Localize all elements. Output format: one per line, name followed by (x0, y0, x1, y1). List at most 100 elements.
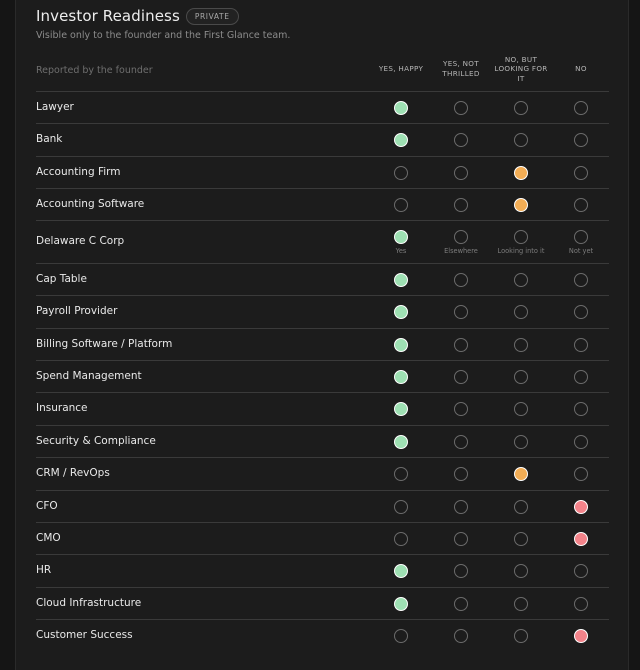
readiness-row: Cap Table (36, 263, 609, 295)
status-radio[interactable] (394, 370, 408, 384)
page-subtitle: Visible only to the founder and the Firs… (36, 30, 291, 41)
status-radio[interactable] (574, 532, 588, 546)
status-radio[interactable] (394, 338, 408, 352)
investor-readiness-panel: Investor Readiness PRIVATE Visible only … (15, 0, 629, 670)
status-radio[interactable] (394, 133, 408, 147)
status-radio[interactable] (514, 273, 528, 287)
readiness-row: Accounting Firm (36, 156, 609, 188)
status-radio[interactable] (454, 230, 468, 244)
row-label: Cap Table (36, 273, 87, 285)
status-radio[interactable] (454, 532, 468, 546)
readiness-row: Delaware C Corp Yes Elsewhere Looking into … (36, 220, 609, 263)
status-radio[interactable] (454, 166, 468, 180)
row-label: HR (36, 564, 52, 576)
status-radio[interactable] (394, 500, 408, 514)
status-radio[interactable] (454, 273, 468, 287)
status-radio[interactable] (394, 273, 408, 287)
column-header: NO (551, 64, 611, 74)
status-radio[interactable] (574, 273, 588, 287)
status-radio[interactable] (574, 338, 588, 352)
row-label: Payroll Provider (36, 305, 118, 317)
status-radio[interactable] (514, 305, 528, 319)
row-label: Bank (36, 133, 63, 145)
status-radio[interactable] (574, 402, 588, 416)
status-radio[interactable] (394, 402, 408, 416)
status-radio[interactable] (454, 198, 468, 212)
readiness-row: Accounting Software (36, 188, 609, 220)
status-radio[interactable] (454, 564, 468, 578)
status-radio[interactable] (574, 166, 588, 180)
column-header: NO, BUT LOOKING FOR IT (491, 55, 551, 84)
status-radio[interactable] (514, 370, 528, 384)
status-radio[interactable] (514, 338, 528, 352)
readiness-row: Cloud Infrastructure (36, 587, 609, 619)
status-radio[interactable] (394, 564, 408, 578)
status-radio[interactable] (514, 230, 528, 244)
status-radio[interactable] (514, 133, 528, 147)
readiness-row: Payroll Provider (36, 295, 609, 327)
status-radio[interactable] (514, 500, 528, 514)
readiness-row: CRM / RevOps (36, 457, 609, 489)
status-radio[interactable] (574, 629, 588, 643)
status-radio[interactable] (574, 133, 588, 147)
status-radio[interactable] (574, 500, 588, 514)
status-radio[interactable] (454, 435, 468, 449)
status-radio[interactable] (394, 467, 408, 481)
status-radio[interactable] (514, 198, 528, 212)
readiness-row: CMO (36, 522, 609, 554)
status-radio[interactable] (514, 597, 528, 611)
status-radio[interactable] (574, 101, 588, 115)
row-label: Spend Management (36, 370, 142, 382)
row-label: Delaware C Corp (36, 235, 125, 247)
status-radio[interactable] (454, 402, 468, 416)
status-radio[interactable] (574, 564, 588, 578)
status-radio[interactable] (454, 597, 468, 611)
status-radio[interactable] (514, 101, 528, 115)
column-header-line: NO (575, 64, 587, 74)
status-radio[interactable] (514, 532, 528, 546)
status-radio[interactable] (514, 402, 528, 416)
status-radio[interactable] (514, 467, 528, 481)
status-radio[interactable] (574, 370, 588, 384)
row-label: Cloud Infrastructure (36, 597, 142, 609)
status-radio[interactable] (454, 370, 468, 384)
status-radio[interactable] (454, 305, 468, 319)
status-radio[interactable] (454, 500, 468, 514)
readiness-row: Billing Software / Platform (36, 328, 609, 360)
status-radio[interactable] (454, 338, 468, 352)
column-header: YES, NOT THRILLED (431, 59, 491, 78)
status-radio[interactable] (394, 532, 408, 546)
status-radio[interactable] (394, 101, 408, 115)
row-label: CFO (36, 500, 58, 512)
readiness-row: Insurance (36, 392, 609, 424)
column-header: YES, HAPPY (371, 64, 431, 74)
status-radio[interactable] (454, 467, 468, 481)
status-radio[interactable] (574, 435, 588, 449)
status-radio[interactable] (574, 198, 588, 212)
status-radio[interactable] (514, 166, 528, 180)
column-header-line: THRILLED (442, 68, 480, 78)
status-radio[interactable] (454, 101, 468, 115)
status-radio[interactable] (514, 435, 528, 449)
status-radio[interactable] (574, 467, 588, 481)
status-radio[interactable] (514, 629, 528, 643)
column-header-line: LOOKING FOR (494, 64, 548, 74)
status-radio[interactable] (514, 564, 528, 578)
private-badge: PRIVATE (185, 7, 239, 25)
status-radio[interactable] (574, 230, 588, 244)
status-radio[interactable] (454, 133, 468, 147)
reported-by-label: Reported by the founder (36, 65, 153, 76)
status-radio[interactable] (394, 597, 408, 611)
status-radio[interactable] (394, 305, 408, 319)
status-radio[interactable] (394, 198, 408, 212)
status-radio[interactable] (394, 435, 408, 449)
row-label: Security & Compliance (36, 435, 156, 447)
status-radio[interactable] (394, 166, 408, 180)
status-radio[interactable] (454, 629, 468, 643)
status-radio[interactable] (394, 230, 408, 244)
row-label: Accounting Software (36, 198, 145, 210)
status-radio[interactable] (394, 629, 408, 643)
row-label: Billing Software / Platform (36, 338, 173, 350)
status-radio[interactable] (574, 305, 588, 319)
status-radio[interactable] (574, 597, 588, 611)
